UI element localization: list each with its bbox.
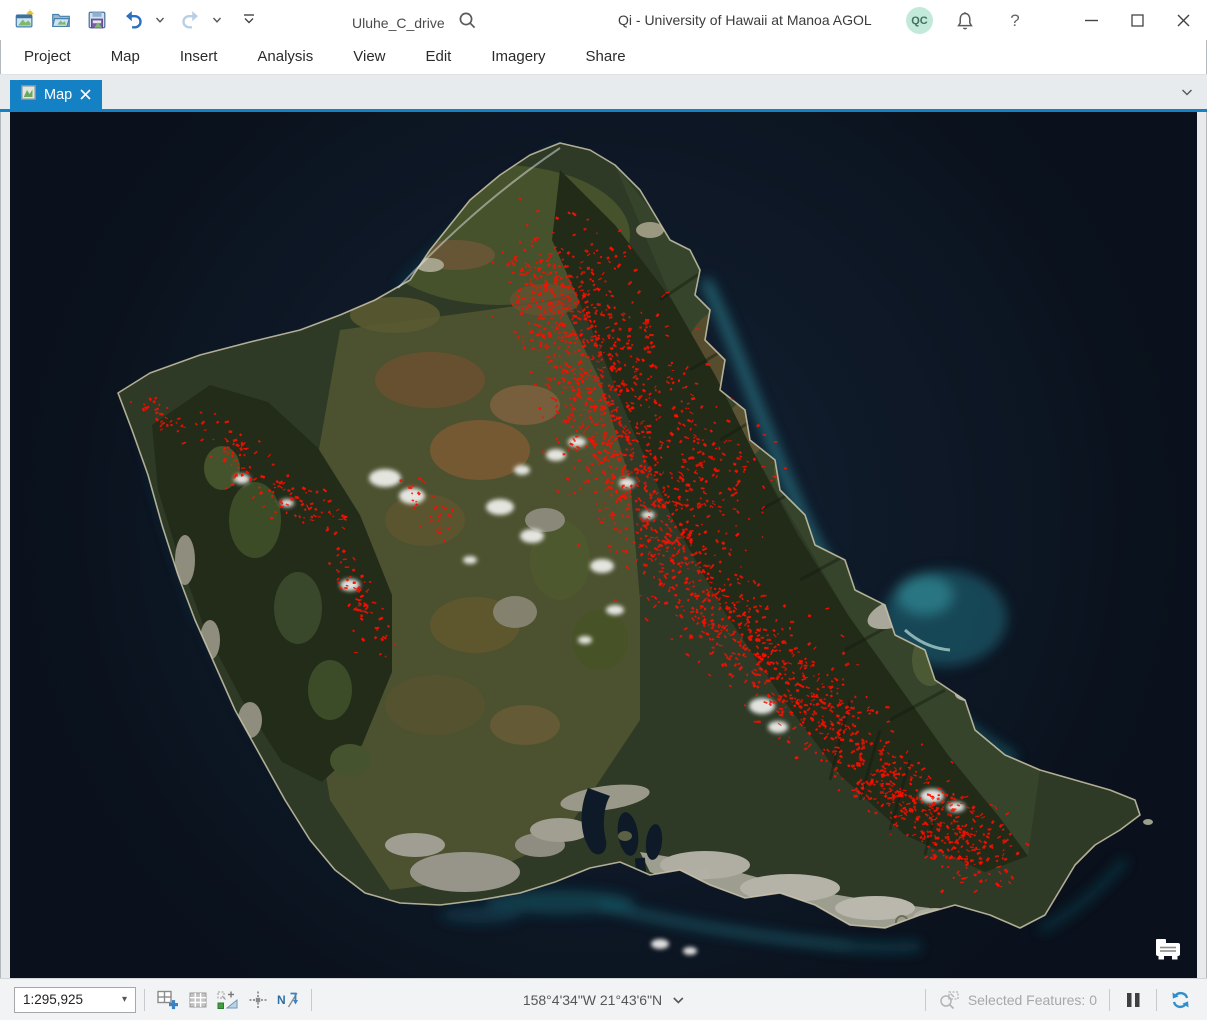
- pause-icon[interactable]: [1118, 986, 1148, 1014]
- project-search[interactable]: Uluhe_C_drive: [352, 10, 477, 35]
- oahu-satellite-basemap: [10, 112, 1197, 978]
- minimize-icon[interactable]: [1068, 0, 1114, 40]
- tab-analysis[interactable]: Analysis: [237, 40, 333, 74]
- view-tab-strip: Map: [0, 74, 1207, 112]
- tab-insert[interactable]: Insert: [160, 40, 238, 74]
- tab-project[interactable]: Project: [4, 40, 91, 74]
- constraints-icon[interactable]: [243, 986, 273, 1014]
- close-icon[interactable]: [1160, 0, 1206, 40]
- help-icon[interactable]: ?: [1002, 9, 1028, 33]
- status-bar: 1:295,925 ▾: [0, 978, 1207, 1020]
- map-container: [0, 112, 1207, 978]
- quick-access-toolbar: [12, 7, 258, 32]
- redo-icon[interactable]: [177, 7, 204, 32]
- window-controls: [1068, 0, 1206, 40]
- undo-dropdown-icon[interactable]: [153, 15, 167, 25]
- search-icon[interactable]: [457, 10, 477, 35]
- scale-value: 1:295,925: [23, 992, 83, 1007]
- open-project-icon[interactable]: [48, 8, 74, 32]
- title-bar: Uluhe_C_drive Qi - University of Hawaii …: [0, 0, 1207, 40]
- scale-caret-icon: ▾: [122, 994, 127, 1005]
- tab-close-icon[interactable]: [80, 89, 91, 100]
- svg-text:N: N: [277, 993, 286, 1007]
- tab-edit[interactable]: Edit: [406, 40, 472, 74]
- map-tab-label: Map: [44, 87, 72, 103]
- coords-chevron-icon[interactable]: [672, 992, 684, 1008]
- select-zoom-icon: [934, 986, 964, 1014]
- redo-dropdown-icon[interactable]: [210, 15, 224, 25]
- new-project-icon[interactable]: [12, 8, 38, 32]
- coordinates-value: 158°4'34"W 21°43'6"N: [523, 992, 662, 1008]
- app-title: Qi - University of Hawaii at Manoa AGOL: [618, 12, 872, 28]
- undo-icon[interactable]: [120, 7, 147, 32]
- tab-share[interactable]: Share: [566, 40, 646, 74]
- save-project-icon[interactable]: [84, 8, 110, 32]
- dock-icon[interactable]: [1155, 937, 1181, 966]
- map-view[interactable]: [10, 112, 1197, 978]
- tab-view[interactable]: View: [333, 40, 405, 74]
- status-right-group: Selected Features: 0: [917, 986, 1207, 1014]
- customize-qat-icon[interactable]: [240, 12, 258, 27]
- maximize-icon[interactable]: [1114, 0, 1160, 40]
- ribbon-tabs: Project Map Insert Analysis View Edit Im…: [0, 40, 1207, 74]
- selected-features-label: Selected Features: 0: [968, 992, 1097, 1008]
- account-badge[interactable]: QC: [906, 7, 933, 34]
- map-view-tab[interactable]: Map: [10, 80, 102, 109]
- north-arrow-icon[interactable]: N: [273, 986, 303, 1014]
- tab-imagery[interactable]: Imagery: [471, 40, 565, 74]
- scale-select[interactable]: 1:295,925 ▾: [14, 987, 136, 1013]
- refresh-icon[interactable]: [1165, 986, 1195, 1014]
- grid-icon[interactable]: [183, 986, 213, 1014]
- tab-list-chevron-icon[interactable]: [1181, 84, 1193, 102]
- tab-map[interactable]: Map: [91, 40, 160, 74]
- app-window: Uluhe_C_drive Qi - University of Hawaii …: [0, 0, 1207, 1020]
- coordinates-display[interactable]: 158°4'34"W 21°43'6"N: [523, 992, 684, 1008]
- snapping-icon[interactable]: [213, 986, 243, 1014]
- add-view-icon[interactable]: [153, 986, 183, 1014]
- notifications-icon[interactable]: [952, 9, 978, 33]
- project-name: Uluhe_C_drive: [352, 15, 445, 31]
- map-tab-icon: [21, 85, 36, 104]
